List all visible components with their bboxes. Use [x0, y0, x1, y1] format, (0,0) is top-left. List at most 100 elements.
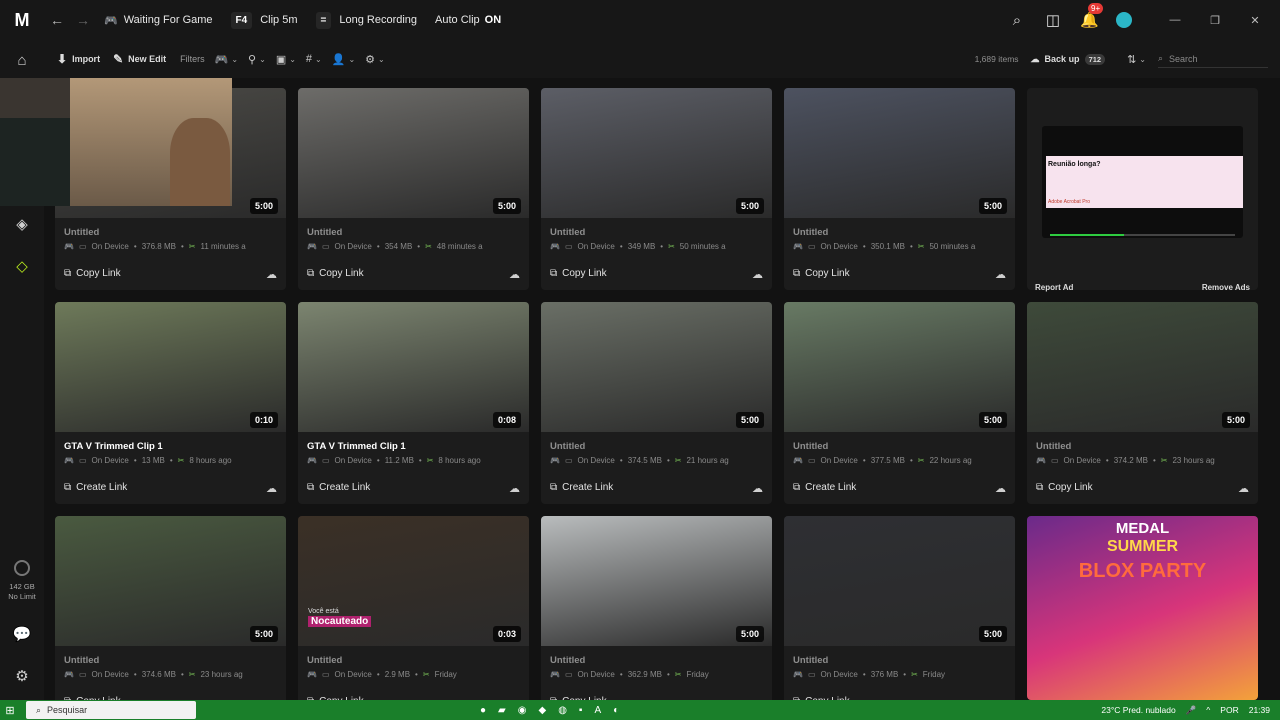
clip-title[interactable]: Untitled: [64, 227, 99, 238]
taskbar-search[interactable]: ⌕ Pesquisar: [26, 701, 196, 719]
clip-link-button[interactable]: ⧉ Copy Link: [64, 268, 121, 279]
long-recording-hotkey[interactable]: = Long Recording: [315, 11, 417, 29]
search-icon[interactable]: ⌕: [1008, 12, 1026, 29]
game-icon: 🎮: [793, 670, 803, 679]
clip-duration: 5:00: [735, 198, 764, 214]
cloud-upload-icon[interactable]: ☁: [995, 482, 1006, 495]
clip-device: On Device: [820, 670, 858, 679]
weather-label[interactable]: 23°C Pred. nublado: [1101, 705, 1175, 715]
feedback-icon[interactable]: 💬: [10, 622, 34, 646]
report-ad-link[interactable]: Report Ad: [1035, 283, 1073, 292]
chrome-icon[interactable]: ◉: [518, 705, 527, 716]
medal-app-icon[interactable]: ◆: [538, 705, 546, 716]
storage-indicator[interactable]: 142 GB No Limit: [0, 560, 44, 602]
clip-link-button[interactable]: ⧉ Create Link: [307, 482, 370, 493]
new-edit-button[interactable]: ✎ New Edit: [113, 52, 166, 66]
spotify-icon[interactable]: ●: [480, 705, 486, 716]
tag-filter[interactable]: # ⌄: [306, 53, 322, 65]
medal-icon[interactable]: ◇: [10, 254, 34, 278]
app-icon[interactable]: ▪: [579, 705, 583, 716]
chat-icon[interactable]: ◫: [1044, 11, 1062, 29]
cloud-upload-icon[interactable]: ☁: [509, 482, 520, 495]
clip-title[interactable]: Untitled: [793, 227, 828, 238]
clip-link-button[interactable]: ⧉ Copy Link: [1036, 482, 1093, 493]
media-filter[interactable]: ▣ ⌄: [276, 53, 296, 66]
clip-card[interactable]: 5:00 Untitled 🎮 ▭ On Device • 376 MB • ✂…: [784, 516, 1015, 718]
home-icon[interactable]: ⌂: [10, 48, 34, 72]
clip-card[interactable]: 5:00 Untitled 🎮 ▭ On Device • 374.6 MB •…: [55, 516, 286, 718]
clip-card[interactable]: 0:10 GTA V Trimmed Clip 1 🎮 ▭ On Device …: [55, 302, 286, 504]
search-input[interactable]: ⌕ Search: [1158, 50, 1268, 68]
cloud-upload-icon[interactable]: ☁: [1238, 482, 1249, 495]
clip-duration: 5:00: [735, 412, 764, 428]
clip-title[interactable]: Untitled: [1036, 441, 1071, 452]
clip-card[interactable]: Você está Nocauteado 0:03 Untitled 🎮 ▭ O…: [298, 516, 529, 718]
cloud-upload-icon[interactable]: ☁: [266, 268, 277, 281]
clip-title[interactable]: GTA V Trimmed Clip 1: [307, 441, 406, 452]
cloud-upload-icon[interactable]: ☁: [752, 268, 763, 281]
diamond-icon[interactable]: ◈: [10, 212, 34, 236]
clip-card[interactable]: 5:00 Untitled 🎮 ▭ On Device • 350.1 MB •…: [784, 88, 1015, 290]
clip-card[interactable]: 5:00 Untitled 🎮 ▭ On Device • 354 MB • ✂…: [298, 88, 529, 290]
cloud-upload-icon[interactable]: ☁: [995, 268, 1006, 281]
user-filter[interactable]: 👤 ⌄: [332, 53, 355, 66]
clip-title[interactable]: Untitled: [64, 655, 99, 666]
avatar[interactable]: [1116, 12, 1132, 28]
clip-link-button[interactable]: ⧉ Create Link: [793, 482, 856, 493]
mic-icon[interactable]: 🎤: [1186, 705, 1197, 716]
settings-filter[interactable]: ⚙ ⌄: [365, 53, 385, 66]
cloud-upload-icon[interactable]: ☁: [266, 482, 277, 495]
clip-title[interactable]: Untitled: [550, 441, 585, 452]
clip-link-label: Copy Link: [1048, 482, 1093, 493]
bell-icon[interactable]: 🔔 9+: [1080, 3, 1104, 29]
promo-card[interactable]: MEDAL SUMMER BLOX PARTY: [1027, 516, 1258, 700]
medal-logo-icon[interactable]: M: [0, 0, 44, 40]
back-arrow-icon[interactable]: ←: [44, 12, 70, 28]
remove-ads-link[interactable]: Remove Ads: [1202, 283, 1250, 292]
clip-title[interactable]: GTA V Trimmed Clip 1: [64, 441, 163, 452]
clip-card[interactable]: 5:00 Untitled 🎮 ▭ On Device • 349 MB • ✂…: [541, 88, 772, 290]
backup-button[interactable]: ☁ Back up 712: [1031, 53, 1106, 65]
clip-card[interactable]: 5:00 Untitled 🎮 ▭ On Device • 377.5 MB •…: [784, 302, 1015, 504]
clip-title[interactable]: Untitled: [793, 441, 828, 452]
clip-duration: 0:08: [492, 412, 521, 428]
cloud-upload-icon[interactable]: ☁: [509, 268, 520, 281]
import-button[interactable]: ⬇ Import: [57, 52, 100, 66]
sort-button[interactable]: ⇅ ⌄: [1127, 53, 1146, 66]
clock-label[interactable]: 21:39: [1249, 705, 1270, 715]
game-filter[interactable]: 🎮 ⌄: [215, 53, 238, 66]
clip-title[interactable]: Untitled: [307, 227, 342, 238]
github-icon[interactable]: ◐: [613, 705, 619, 716]
clip-card[interactable]: 0:08 GTA V Trimmed Clip 1 🎮 ▭ On Device …: [298, 302, 529, 504]
clip-card[interactable]: 5:00 Untitled 🎮 ▭ On Device • 374.5 MB •…: [541, 302, 772, 504]
discord-icon[interactable]: ◍: [558, 705, 567, 716]
lang-label[interactable]: POR: [1220, 705, 1238, 715]
clip-title[interactable]: Untitled: [793, 655, 828, 666]
clip-title[interactable]: Untitled: [550, 227, 585, 238]
chevron-up-icon[interactable]: ^: [1206, 705, 1210, 715]
close-icon[interactable]: ✕: [1244, 14, 1266, 27]
clip-card[interactable]: 5:00 Untitled 🎮 ▭ On Device • 362.9 MB •…: [541, 516, 772, 718]
cloud-upload-icon[interactable]: ☁: [752, 482, 763, 495]
clip-title[interactable]: Untitled: [307, 655, 342, 666]
clip-card[interactable]: 5:00 Untitled 🎮 ▭ On Device • 374.2 MB •…: [1027, 302, 1258, 504]
clip-link-button[interactable]: ⧉ Create Link: [550, 482, 613, 493]
clip-link-button[interactable]: ⧉ Copy Link: [550, 268, 607, 279]
clip-size: 376 MB: [870, 670, 899, 679]
clip-link-button[interactable]: ⧉ Create Link: [64, 482, 127, 493]
ad-image[interactable]: Reunião longa? Adobe Acrobat Pro: [1042, 126, 1243, 238]
auto-clip-toggle[interactable]: Auto Clip ON: [435, 14, 501, 26]
clip-hotkey[interactable]: F4 Clip 5m: [230, 11, 298, 29]
clip-link-button[interactable]: ⧉ Copy Link: [793, 268, 850, 279]
clip-link-button[interactable]: ⧉ Copy Link: [307, 268, 364, 279]
clip-title[interactable]: Untitled: [550, 655, 585, 666]
location-pin-icon: ⚲: [248, 53, 257, 66]
restore-icon[interactable]: ❐: [1204, 14, 1226, 27]
text-app-icon[interactable]: A: [594, 705, 601, 716]
start-icon[interactable]: ⊞: [0, 700, 20, 720]
location-filter[interactable]: ⚲ ⌄: [248, 53, 266, 66]
folder-icon[interactable]: ▰: [498, 705, 506, 716]
gear-icon[interactable]: ⚙: [10, 664, 34, 688]
minimize-icon[interactable]: —: [1164, 14, 1186, 26]
forward-arrow-icon[interactable]: →: [70, 12, 96, 28]
